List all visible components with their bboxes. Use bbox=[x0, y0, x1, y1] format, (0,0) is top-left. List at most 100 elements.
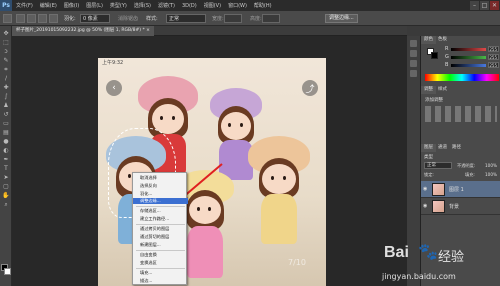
layer-name: 图层 1 bbox=[449, 187, 464, 193]
path-select-tool-icon[interactable]: ➤ bbox=[2, 174, 10, 181]
add-selection-icon[interactable] bbox=[27, 14, 36, 23]
ctx-select-inverse[interactable]: 选择反向 bbox=[133, 183, 188, 189]
marquee-tool-icon[interactable]: ⬚ bbox=[2, 39, 10, 46]
ctx-new-layer[interactable]: 新建图层... bbox=[133, 242, 188, 248]
healing-tool-icon[interactable]: ✚ bbox=[2, 84, 10, 91]
tab-channels[interactable]: 通道 bbox=[435, 144, 450, 152]
stamp-tool-icon[interactable]: ♟ bbox=[2, 102, 10, 109]
minimize-button[interactable]: – bbox=[470, 1, 479, 10]
ctx-layer-via-cut[interactable]: 通过剪切的图层 bbox=[133, 234, 188, 240]
tab-swatches[interactable]: 色板 bbox=[435, 36, 450, 44]
maximize-button[interactable]: □ bbox=[480, 1, 489, 10]
red-value[interactable]: 255 bbox=[488, 46, 499, 52]
menu-layer[interactable]: 图层(L) bbox=[86, 2, 103, 9]
menu-select[interactable]: 选择(S) bbox=[134, 2, 151, 9]
ctx-fill[interactable]: 填充... bbox=[133, 270, 188, 276]
blue-slider[interactable] bbox=[451, 64, 486, 67]
ctx-layer-via-copy[interactable]: 通过拷贝的图层 bbox=[133, 226, 188, 232]
menu-help[interactable]: 帮助(H) bbox=[254, 2, 272, 9]
ctx-separator bbox=[136, 206, 185, 207]
eraser-tool-icon[interactable]: ▭ bbox=[2, 120, 10, 127]
menu-window[interactable]: 窗口(W) bbox=[228, 2, 247, 9]
gradient-tool-icon[interactable]: ▤ bbox=[2, 129, 10, 136]
tab-styles[interactable]: 样式 bbox=[435, 86, 450, 94]
fill-value[interactable]: 100% bbox=[485, 172, 497, 177]
character-panel-icon[interactable] bbox=[410, 60, 417, 67]
crop-tool-icon[interactable]: ⌗ bbox=[2, 66, 10, 73]
new-selection-icon[interactable] bbox=[16, 14, 25, 23]
menu-view[interactable]: 视图(V) bbox=[204, 2, 221, 9]
zoom-tool-icon[interactable]: ⌕ bbox=[2, 201, 10, 208]
tab-color[interactable]: 颜色 bbox=[421, 36, 436, 44]
history-brush-icon[interactable]: ↺ bbox=[2, 111, 10, 118]
paragraph-panel-icon[interactable] bbox=[410, 70, 417, 77]
eyedropper-tool-icon[interactable]: ∕ bbox=[2, 75, 10, 82]
refine-edge-button[interactable]: 调整边缘... bbox=[325, 14, 358, 23]
height-input[interactable] bbox=[262, 14, 280, 23]
ctx-transform-selection[interactable]: 变换选区 bbox=[133, 260, 188, 266]
background-swatch[interactable] bbox=[431, 52, 438, 59]
menu-3d[interactable]: 3D(D) bbox=[182, 3, 197, 9]
tab-paths[interactable]: 路径 bbox=[449, 144, 464, 152]
intersect-selection-icon[interactable] bbox=[49, 14, 58, 23]
lasso-tool-icon[interactable]: ↄ bbox=[2, 48, 10, 55]
properties-panel-icon[interactable] bbox=[410, 50, 417, 57]
tab-close-icon[interactable]: × bbox=[146, 28, 150, 33]
antialias-label[interactable]: 消除锯齿 bbox=[118, 15, 138, 22]
watermark-brand-suffix: 经验 bbox=[438, 250, 465, 265]
brush-tool-icon[interactable]: ∫ bbox=[2, 93, 10, 100]
ctx-make-work-path[interactable]: 建立工作路径... bbox=[133, 216, 188, 222]
color-spectrum-bar[interactable] bbox=[425, 74, 499, 81]
ctx-feather[interactable]: 羽化... bbox=[133, 191, 188, 197]
watermark-url: jingyan.baidu.com bbox=[382, 272, 456, 281]
feather-input[interactable]: 0 像素 bbox=[80, 14, 110, 23]
menu-image[interactable]: 图像(I) bbox=[64, 2, 79, 9]
layer-row-layer1[interactable]: ◉ 图层 1 bbox=[421, 181, 500, 198]
quick-select-tool-icon[interactable]: ✎ bbox=[2, 57, 10, 64]
pen-tool-icon[interactable]: ✒ bbox=[2, 156, 10, 163]
opacity-value[interactable]: 100% bbox=[485, 163, 497, 168]
ctx-free-transform[interactable]: 自由变换 bbox=[133, 252, 188, 258]
tab-adjustments[interactable]: 调整 bbox=[421, 86, 436, 94]
history-panel-icon[interactable] bbox=[410, 40, 417, 47]
ctx-save-selection[interactable]: 存储选区... bbox=[133, 208, 188, 214]
layer-thumbnail bbox=[432, 200, 445, 213]
menu-file[interactable]: 文件(F) bbox=[16, 2, 33, 9]
layer-kind-filter[interactable]: 类型 bbox=[424, 154, 433, 160]
back-arrow-icon: ‹ bbox=[106, 80, 122, 96]
ctx-deselect[interactable]: 取消选择 bbox=[133, 175, 188, 181]
blend-mode-select[interactable]: 正常 bbox=[424, 162, 452, 169]
ctx-refine-edge[interactable]: 调整边缘... bbox=[133, 198, 188, 204]
visibility-eye-icon[interactable]: ◉ bbox=[423, 203, 429, 209]
height-label: 高度: bbox=[250, 16, 262, 22]
hand-tool-icon[interactable]: ✋ bbox=[2, 192, 10, 199]
type-tool-icon[interactable]: T bbox=[2, 165, 10, 172]
red-label: R bbox=[445, 46, 449, 52]
dodge-tool-icon[interactable]: ◐ bbox=[2, 147, 10, 154]
ctx-separator bbox=[136, 250, 185, 251]
adjustment-icons[interactable] bbox=[425, 106, 497, 122]
ctx-stroke[interactable]: 描边... bbox=[133, 278, 188, 284]
style-select[interactable]: 正常 bbox=[166, 14, 206, 23]
background-color-swatch[interactable] bbox=[4, 268, 11, 275]
menu-type[interactable]: 类型(Y) bbox=[110, 2, 127, 9]
green-slider[interactable] bbox=[451, 56, 486, 59]
menu-edit[interactable]: 编辑(E) bbox=[40, 2, 57, 9]
paw-logo-icon: 🐾 bbox=[418, 242, 438, 261]
shape-tool-icon[interactable]: ▢ bbox=[2, 183, 10, 190]
visibility-eye-icon[interactable]: ◉ bbox=[423, 186, 429, 192]
blue-value[interactable]: 255 bbox=[488, 62, 499, 68]
green-value[interactable]: 255 bbox=[488, 54, 499, 60]
close-button[interactable]: ✕ bbox=[490, 1, 499, 10]
layer-row-background[interactable]: ◉ 背景 bbox=[421, 198, 500, 215]
subtract-selection-icon[interactable] bbox=[38, 14, 47, 23]
tab-layers[interactable]: 图层 bbox=[421, 144, 436, 152]
document-tab[interactable]: 杯子图片_20191015092232.jpg @ 50% (图层 1, RGB… bbox=[12, 26, 154, 36]
menu-filter[interactable]: 滤镜(T) bbox=[158, 2, 175, 9]
red-slider[interactable] bbox=[451, 48, 486, 51]
marquee-tool-icon[interactable] bbox=[3, 14, 12, 23]
move-tool-icon[interactable]: ✥ bbox=[2, 30, 10, 37]
blur-tool-icon[interactable]: ● bbox=[2, 138, 10, 145]
width-input[interactable] bbox=[224, 14, 242, 23]
add-adjustment-label: 添加调整 bbox=[425, 98, 443, 103]
